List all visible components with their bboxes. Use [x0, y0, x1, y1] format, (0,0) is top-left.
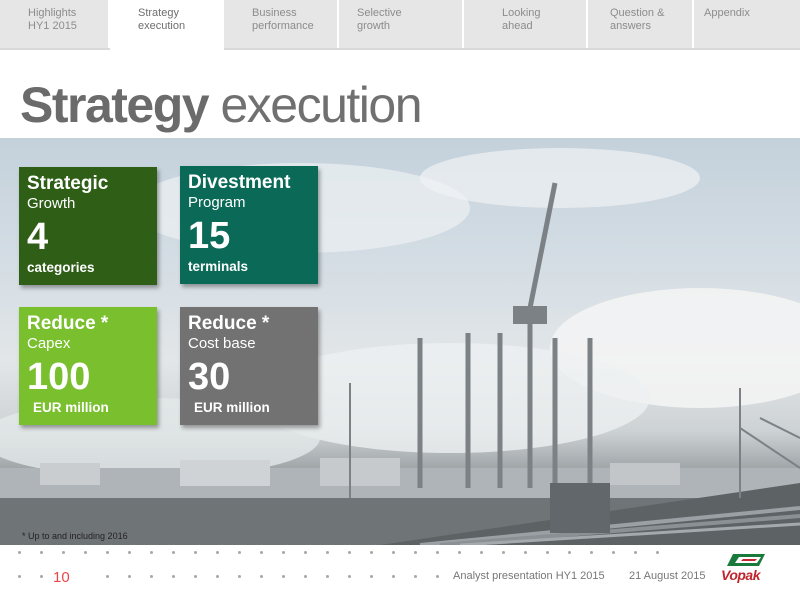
- tab-label: Business: [252, 7, 297, 19]
- kpi-tile-strategic-growth: Strategic Growth 4 categories: [19, 167, 157, 285]
- footer-dot: [634, 551, 637, 554]
- vopak-logo-text: Vopak: [721, 567, 761, 583]
- tab-highlights[interactable]: Highlights HY1 2015: [0, 0, 110, 48]
- footer-dot: [612, 551, 615, 554]
- kpi-unit: EUR million: [194, 400, 270, 415]
- tab-strategy-execution[interactable]: Strategy execution: [110, 0, 224, 50]
- tab-label: performance: [252, 20, 314, 32]
- kpi-subheading: Capex: [27, 335, 71, 352]
- kpi-tile-reduce-cost-base: Reduce * Cost base 30 EUR million: [180, 307, 318, 425]
- kpi-value: 100: [27, 356, 91, 398]
- footer-dot: [40, 551, 43, 554]
- footer-dot: [348, 575, 351, 578]
- tab-label: Appendix: [704, 7, 750, 19]
- footer-dot: [216, 551, 219, 554]
- footer-dot: [436, 551, 439, 554]
- kpi-value: 30: [188, 356, 231, 398]
- footer-dot-rule: [0, 550, 800, 578]
- footer-dot: [414, 575, 417, 578]
- footer-dot: [128, 551, 131, 554]
- footer-dot: [18, 575, 21, 578]
- kpi-unit: EUR million: [33, 400, 109, 415]
- kpi-value: 15: [188, 215, 231, 257]
- footer-dot: [502, 551, 505, 554]
- section-navigation: Highlights HY1 2015 Strategy execution B…: [0, 0, 800, 50]
- page-number: 10: [53, 569, 70, 586]
- kpi-unit: terminals: [188, 259, 249, 274]
- footer-dot: [370, 551, 373, 554]
- footer-dot: [150, 551, 153, 554]
- footer-dot: [238, 575, 241, 578]
- tab-label: ahead: [502, 20, 533, 32]
- tab-label: Highlights: [28, 7, 77, 19]
- tab-selective-growth[interactable]: Selective growth: [339, 0, 464, 48]
- footer-dot: [84, 551, 87, 554]
- tab-label: answers: [610, 20, 651, 32]
- tab-business-performance[interactable]: Business performance: [224, 0, 339, 48]
- footer-dot: [348, 551, 351, 554]
- tab-looking-ahead[interactable]: Looking ahead: [464, 0, 588, 48]
- footer-dot: [106, 575, 109, 578]
- tab-label: Looking: [502, 7, 541, 19]
- footer-dot: [150, 575, 153, 578]
- kpi-subheading: Cost base: [188, 335, 256, 352]
- footer-dot: [128, 575, 131, 578]
- tab-question-answers[interactable]: Question & answers: [588, 0, 694, 48]
- footer-dot: [216, 575, 219, 578]
- footer-dot: [18, 551, 21, 554]
- footer-dot: [106, 551, 109, 554]
- footer-dot: [282, 575, 285, 578]
- kpi-unit: categories: [27, 260, 95, 275]
- footer-dot: [260, 551, 263, 554]
- footer-dot: [40, 575, 43, 578]
- footer-dot: [524, 551, 527, 554]
- footer-dot: [392, 575, 395, 578]
- kpi-value: 4: [27, 216, 49, 258]
- title-regular: execution: [220, 77, 422, 133]
- slide-title: Strategy execution: [20, 76, 423, 134]
- footer-dot: [370, 575, 373, 578]
- presentation-name: Analyst presentation HY1 2015: [453, 570, 605, 582]
- presentation-date: 21 August 2015: [629, 570, 706, 582]
- tab-label: execution: [138, 20, 186, 32]
- kpi-tile-divestment-program: Divestment Program 15 terminals: [180, 166, 318, 284]
- footer-dot: [304, 575, 307, 578]
- kpi-subheading: Program: [188, 194, 246, 211]
- tab-label: Strategy: [138, 7, 179, 19]
- kpi-subheading: Growth: [27, 195, 76, 212]
- footer-dot: [568, 551, 571, 554]
- kpi-heading: Strategic: [27, 173, 109, 194]
- kpi-heading: Divestment: [188, 172, 291, 193]
- tab-label: Question &: [610, 7, 665, 19]
- tab-label: growth: [357, 20, 391, 32]
- tab-label: Selective: [357, 7, 402, 19]
- footer-dot: [590, 551, 593, 554]
- title-bold: Strategy: [20, 77, 210, 133]
- footer-dot: [546, 551, 549, 554]
- tab-appendix[interactable]: Appendix: [694, 0, 800, 48]
- footer-dot: [238, 551, 241, 554]
- footer-dot: [304, 551, 307, 554]
- tab-label: HY1 2015: [28, 20, 77, 32]
- kpi-heading: Reduce *: [27, 313, 109, 334]
- footer-dot: [282, 551, 285, 554]
- footer-dot: [194, 551, 197, 554]
- footer-dot: [392, 551, 395, 554]
- kpi-tile-reduce-capex: Reduce * Capex 100 EUR million: [19, 307, 157, 425]
- footer-dot: [172, 551, 175, 554]
- footer-dot: [480, 551, 483, 554]
- footer-dot: [436, 575, 439, 578]
- kpi-heading: Reduce *: [188, 313, 270, 334]
- footer-dot: [326, 551, 329, 554]
- footer-dot: [656, 551, 659, 554]
- footer-dot: [458, 551, 461, 554]
- footer-dot: [414, 551, 417, 554]
- footer-dot: [326, 575, 329, 578]
- footer-dot: [260, 575, 263, 578]
- footnote: * Up to and including 2016: [22, 531, 128, 541]
- footer-dot: [194, 575, 197, 578]
- footer-dot: [172, 575, 175, 578]
- footer-dot: [62, 551, 65, 554]
